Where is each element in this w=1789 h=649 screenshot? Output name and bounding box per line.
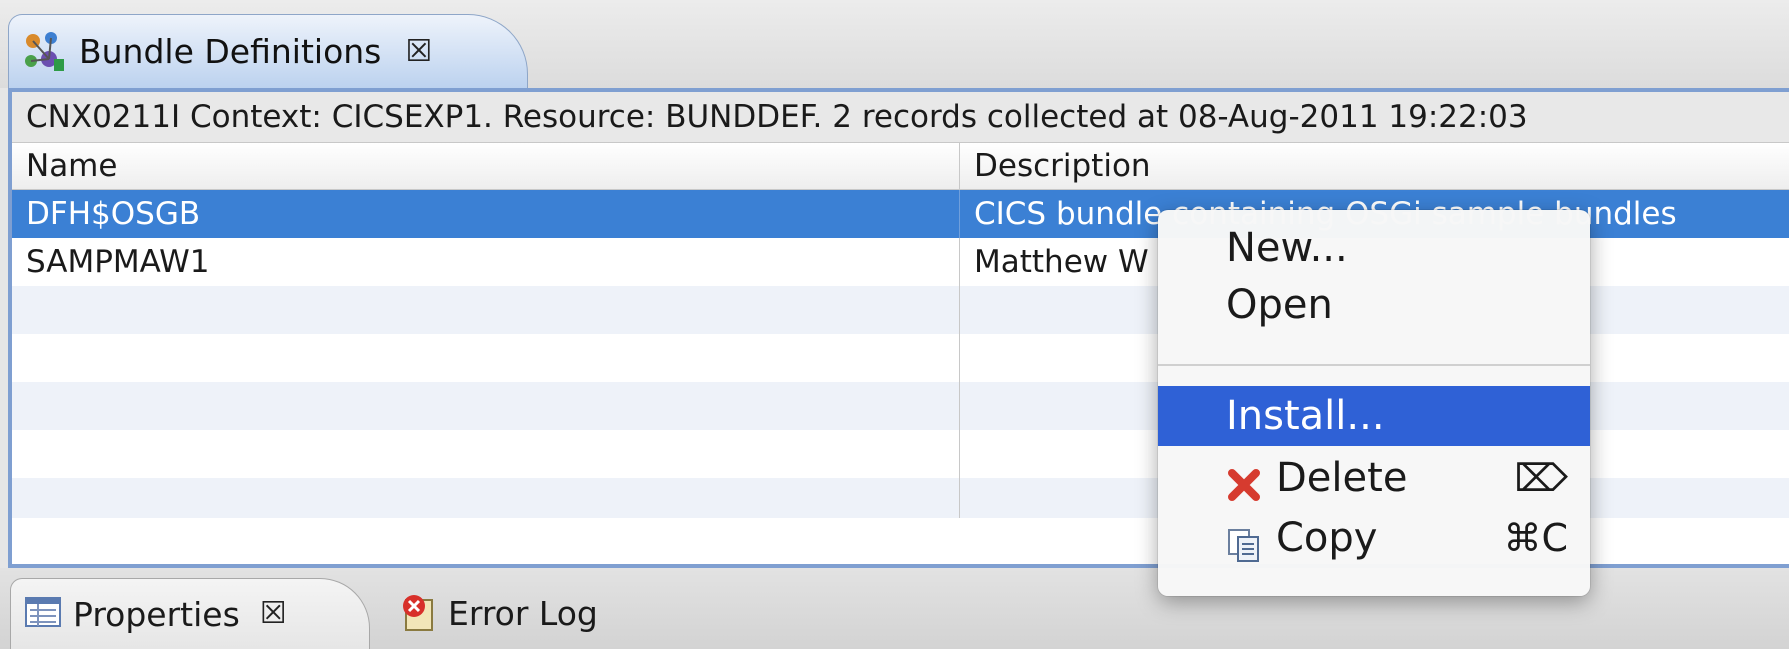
table-header: Name Description bbox=[12, 143, 1789, 190]
menu-item-copy[interactable]: Copy ⌘C bbox=[1158, 508, 1590, 568]
menu-item-label: Open bbox=[1226, 282, 1333, 328]
cell-name: SAMPMAW1 bbox=[12, 238, 960, 286]
delete-x-icon bbox=[1226, 460, 1262, 501]
close-icon[interactable]: ☒ bbox=[260, 599, 287, 629]
copy-icon bbox=[1226, 520, 1262, 562]
properties-icon bbox=[25, 596, 61, 632]
tab-title: Bundle Definitions bbox=[79, 32, 382, 71]
menu-item-delete[interactable]: Delete ⌦ bbox=[1158, 448, 1590, 508]
menu-item-new[interactable]: New... bbox=[1158, 218, 1590, 278]
column-header-name[interactable]: Name bbox=[12, 143, 960, 189]
menu-item-label: New... bbox=[1226, 225, 1348, 271]
bundle-definitions-icon bbox=[21, 29, 67, 75]
menu-item-label: Copy bbox=[1276, 515, 1378, 561]
status-message: CNX0211I Context: CICSEXP1. Resource: BU… bbox=[12, 92, 1789, 143]
error-log-icon bbox=[400, 592, 436, 636]
menu-separator bbox=[1158, 364, 1590, 366]
cell-name: DFH$OSGB bbox=[12, 190, 960, 238]
bundle-definitions-tab[interactable]: Bundle Definitions ☒ bbox=[8, 14, 528, 88]
tab-label: Error Log bbox=[448, 594, 598, 633]
context-menu: New... Open Install... Delete ⌦ Copy ⌘C bbox=[1158, 210, 1590, 596]
shortcut-copy: ⌘C bbox=[1503, 516, 1568, 560]
tab-label: Properties bbox=[73, 594, 240, 634]
column-header-description[interactable]: Description bbox=[960, 143, 1789, 189]
shortcut-delete: ⌦ bbox=[1514, 456, 1568, 500]
menu-item-open[interactable]: Open bbox=[1158, 275, 1590, 335]
tab-error-log[interactable]: Error Log bbox=[370, 578, 630, 649]
menu-item-label: Delete bbox=[1276, 455, 1408, 501]
close-icon[interactable]: ☒ bbox=[405, 36, 432, 67]
tab-properties[interactable]: Properties ☒ bbox=[10, 578, 370, 649]
menu-item-label: Install... bbox=[1226, 393, 1385, 439]
menu-item-install[interactable]: Install... bbox=[1158, 386, 1590, 446]
view-tab-strip: Bundle Definitions ☒ bbox=[0, 0, 1789, 88]
